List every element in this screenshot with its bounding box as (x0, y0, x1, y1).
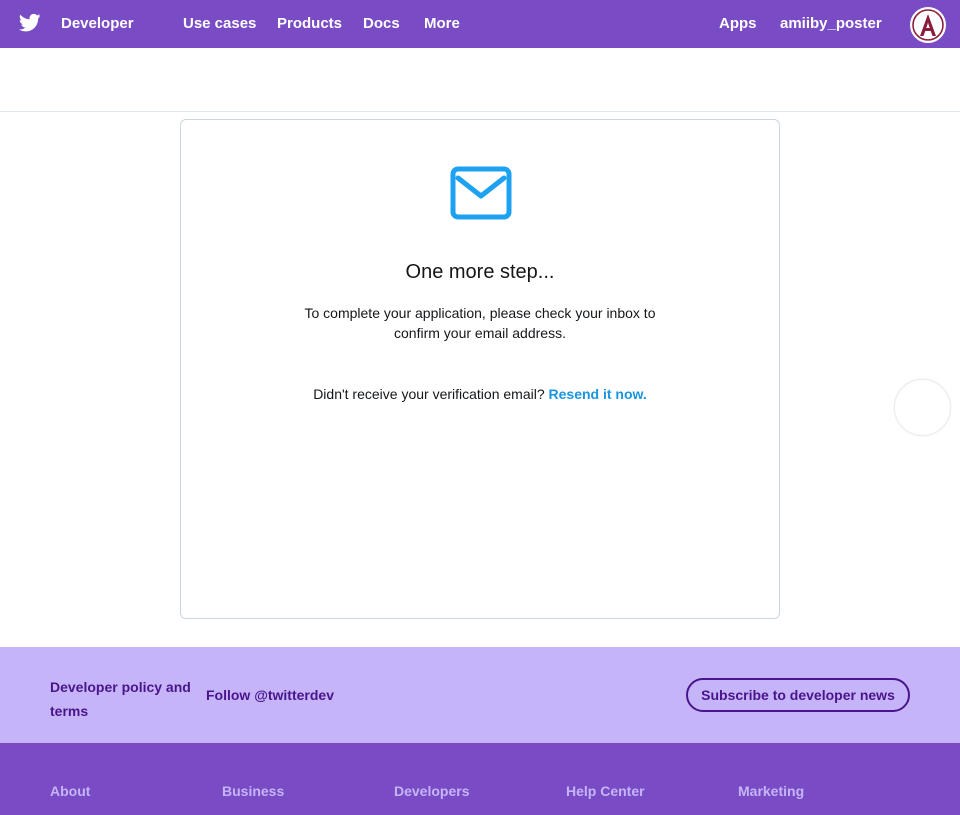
nav-more[interactable]: More (424, 15, 460, 32)
nav-apps[interactable]: Apps (719, 15, 757, 32)
developer-policy-link[interactable]: Developer policy and terms (50, 675, 200, 723)
verification-card: One more step... To complete your applic… (180, 119, 780, 619)
floating-action-button[interactable] (894, 379, 951, 436)
nav-products[interactable]: Products (277, 15, 342, 32)
resend-link[interactable]: Resend it now. (549, 386, 647, 402)
footer-band: Developer policy and terms Follow @twitt… (0, 647, 960, 743)
footer-developers[interactable]: Developers (394, 783, 469, 799)
footer-help-center[interactable]: Help Center (566, 783, 645, 799)
footer-about[interactable]: About (50, 783, 90, 799)
footer-business[interactable]: Business (222, 783, 284, 799)
footer-links: About Business Developers Help Center Ma… (0, 743, 960, 815)
card-message: To complete your application, please che… (304, 305, 656, 341)
card-title: One more step... (405, 261, 555, 283)
nav-docs[interactable]: Docs (363, 15, 400, 32)
twitter-bird-icon[interactable] (19, 13, 41, 33)
avatar-logo-icon (912, 9, 944, 41)
avatar[interactable] (910, 7, 946, 43)
footer-marketing[interactable]: Marketing (738, 783, 804, 799)
nav-username[interactable]: amiiby_poster (780, 15, 882, 32)
top-navigation: Developer Use cases Products Docs More A… (0, 0, 960, 48)
nav-use-cases[interactable]: Use cases (183, 15, 256, 32)
sub-header (0, 48, 960, 112)
resend-row: Didn't receive your verification email? … (181, 386, 779, 402)
follow-twitterdev-link[interactable]: Follow @twitterdev (206, 687, 334, 703)
brand-label[interactable]: Developer (61, 15, 134, 32)
subscribe-button[interactable]: Subscribe to developer news (686, 678, 910, 712)
mail-icon (450, 166, 512, 220)
resend-prompt: Didn't receive your verification email? (313, 386, 545, 402)
